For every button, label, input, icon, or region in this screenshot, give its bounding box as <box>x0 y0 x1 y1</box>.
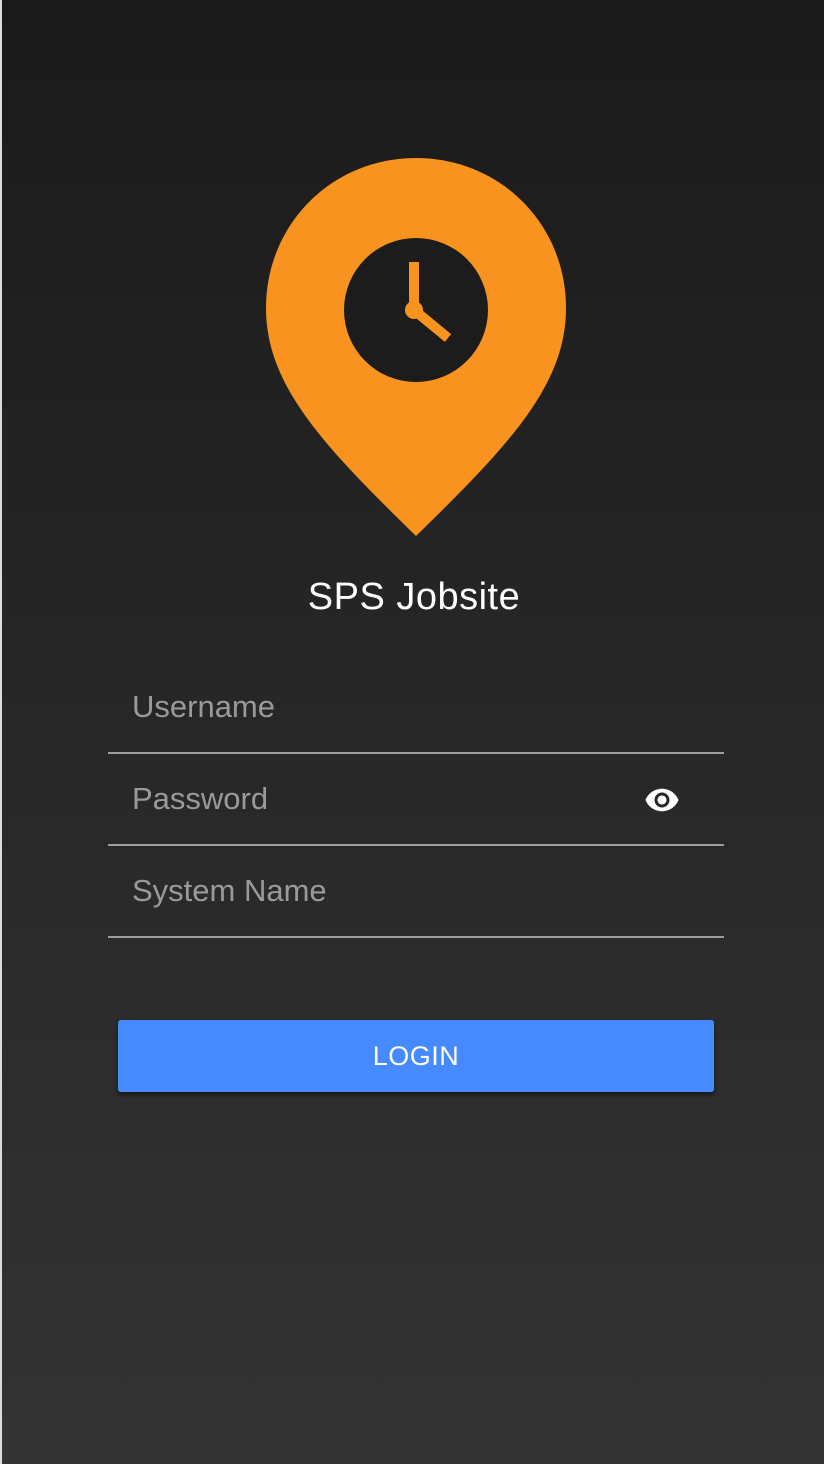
app-title: SPS Jobsite <box>307 576 521 618</box>
eye-icon[interactable] <box>644 782 680 818</box>
login-button[interactable]: LOGIN <box>118 1020 714 1092</box>
password-field-container <box>108 754 724 846</box>
system-name-input[interactable] <box>132 846 652 936</box>
username-input[interactable] <box>132 662 652 752</box>
location-pin-clock-icon <box>266 158 566 536</box>
login-screen: SPS Jobsite LOGIN <box>0 0 824 1464</box>
password-input[interactable] <box>132 754 652 844</box>
username-field-container <box>108 662 724 754</box>
system-name-field-container <box>108 846 724 938</box>
